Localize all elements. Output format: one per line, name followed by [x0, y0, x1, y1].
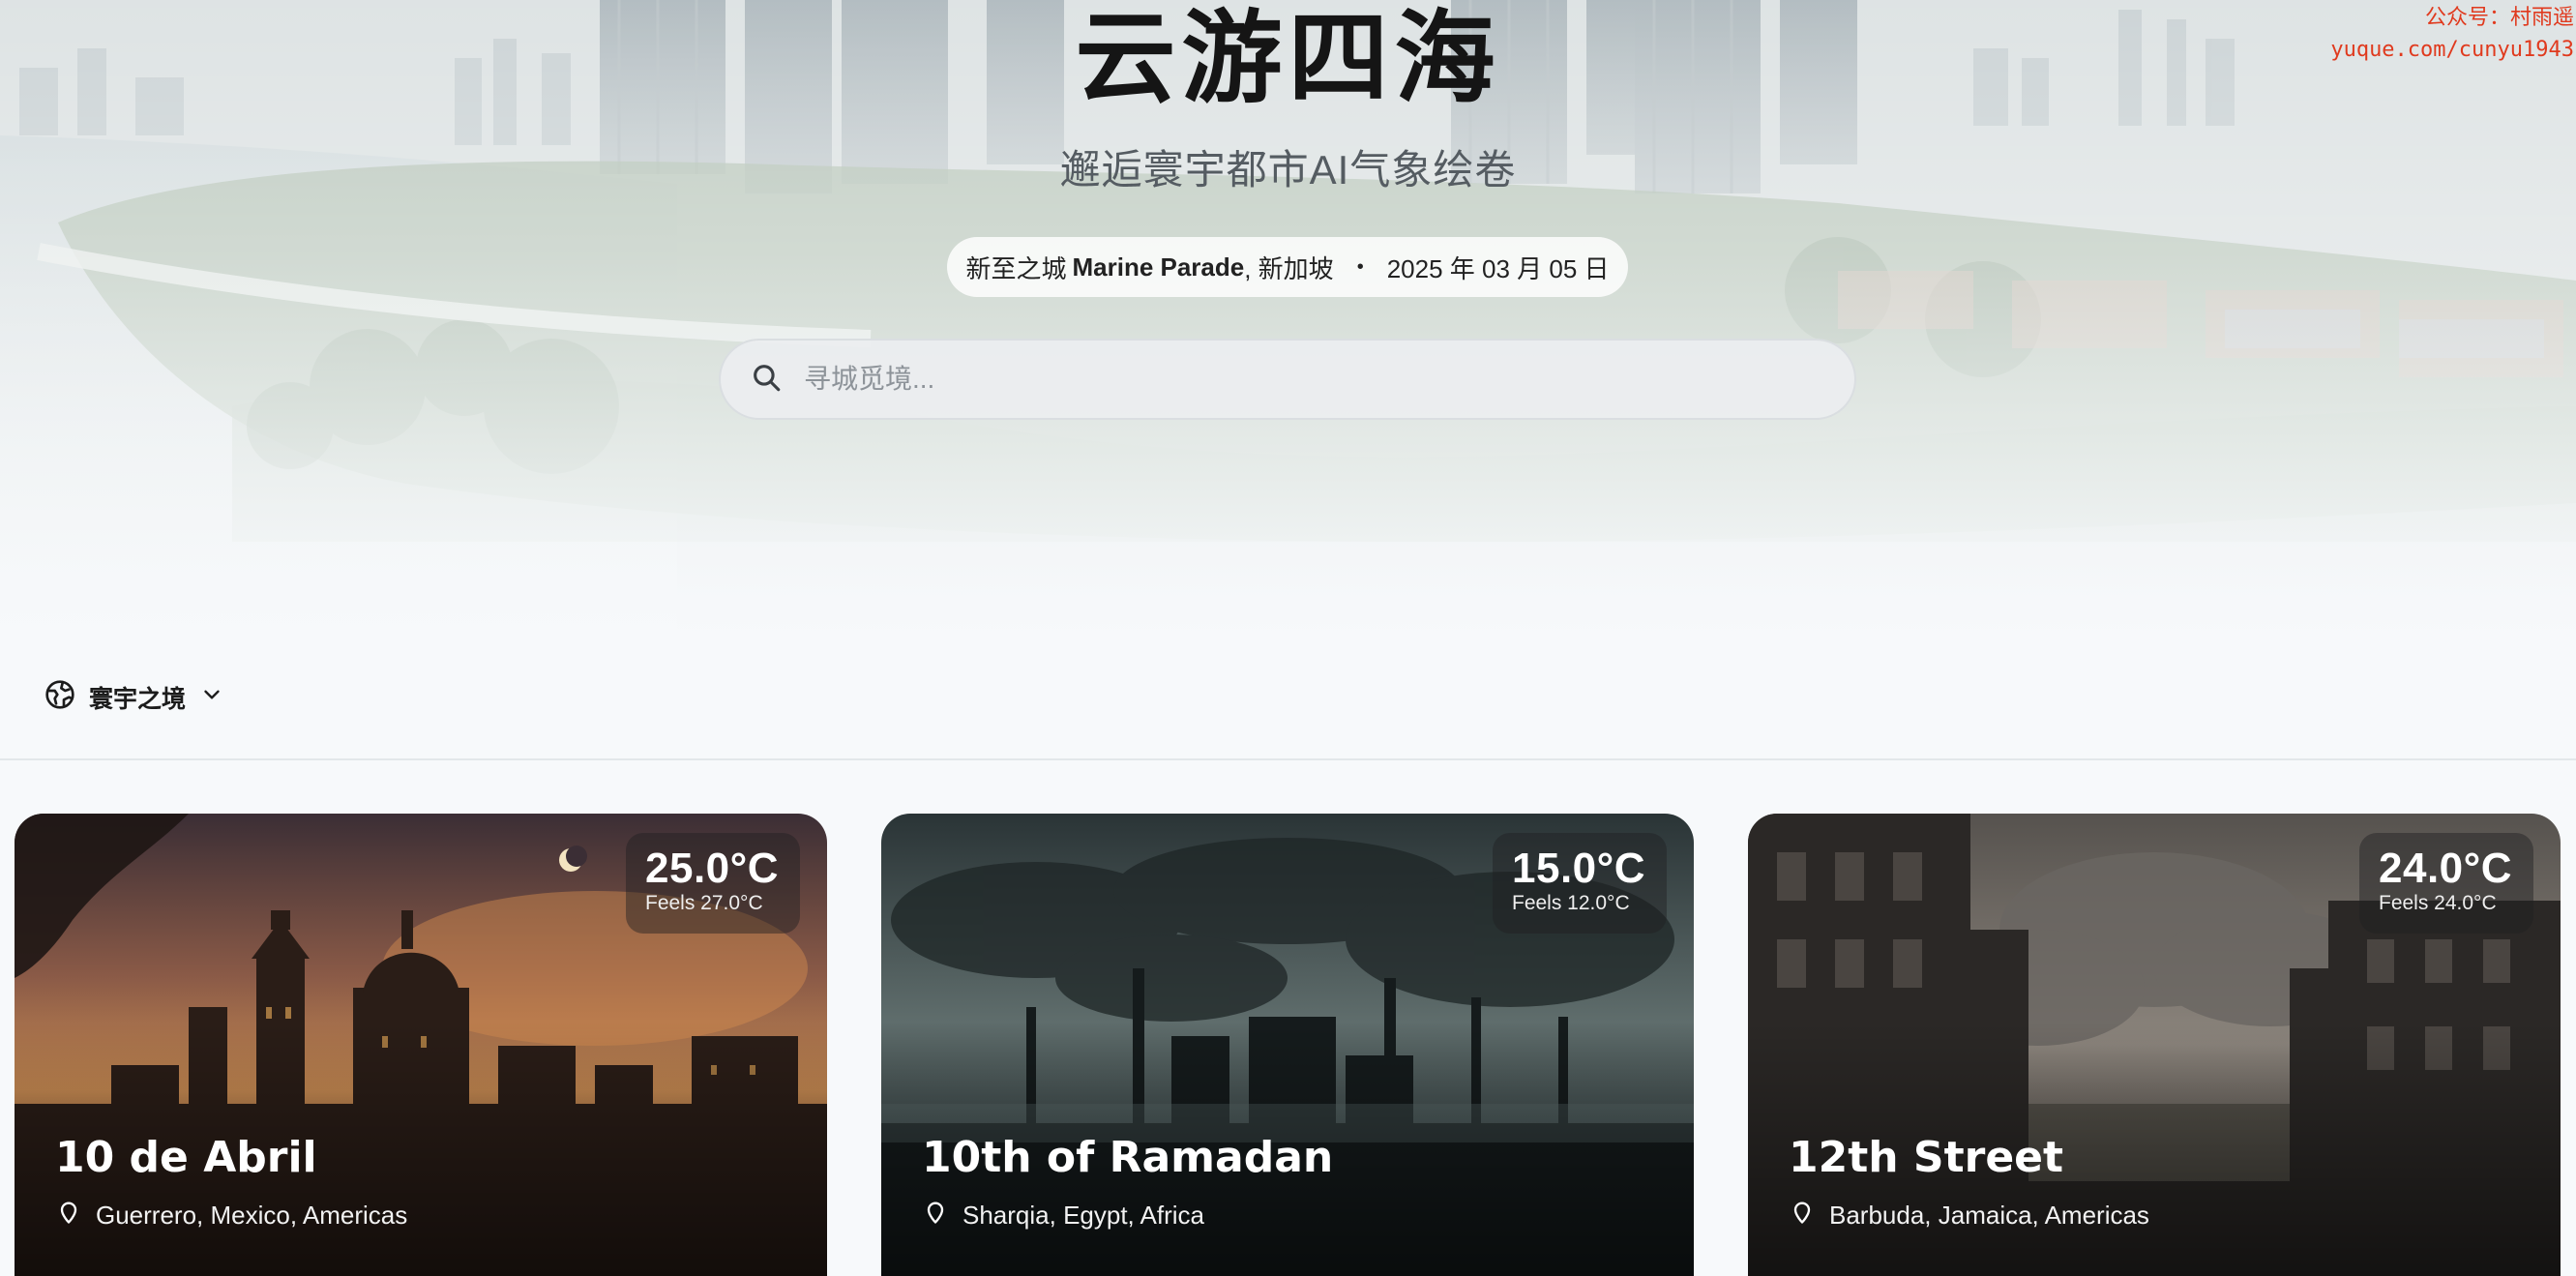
city-location-text: Guerrero, Mexico, Americas	[96, 1201, 408, 1230]
feels-like: Feels 12.0°C	[1512, 892, 1630, 914]
city-card[interactable]: 15.0°C Feels 12.0°C 10th of Ramadan Shar…	[881, 814, 1694, 1276]
region-dropdown-label: 寰宇之境	[89, 685, 187, 713]
map-pin-icon	[1789, 1199, 1829, 1232]
chevron-down-icon	[186, 682, 224, 712]
current-location-pill: 新至之城 Marine Parade , 新加坡 • 2025 年 03 月 0…	[947, 237, 1628, 297]
hero-banner: 公众号：村雨遥 yuque.com/cunyu1943 云游四海 邂逅寰宇都市A…	[0, 0, 2576, 638]
temperature-badge: 25.0°C Feels 27.0°C	[626, 833, 800, 934]
separator-dot: •	[1356, 255, 1364, 278]
temperature: 25.0°C	[645, 845, 780, 892]
temperature-badge: 15.0°C Feels 12.0°C	[1493, 833, 1667, 934]
region-filter-bar: 寰宇之境	[0, 638, 2576, 760]
current-date: 2025 年 03 月 05 日	[1386, 253, 1610, 283]
location-name: Marine Parade	[1072, 252, 1245, 282]
search-bar[interactable]	[719, 339, 1856, 420]
temperature-badge: 24.0°C Feels 24.0°C	[2359, 833, 2533, 934]
city-card[interactable]: 25.0°C Feels 27.0°C 10 de Abril Guerrero…	[15, 814, 827, 1276]
search-icon	[750, 361, 783, 399]
page-subtitle: 邂逅寰宇都市AI气象绘卷	[1059, 147, 1517, 193]
feels-like: Feels 27.0°C	[645, 892, 763, 914]
feels-like: Feels 24.0°C	[2379, 892, 2497, 914]
city-location-text: Barbuda, Jamaica, Americas	[1829, 1201, 2149, 1230]
location-prefix: 新至之城	[965, 253, 1067, 283]
page-title: 云游四海	[1075, 0, 1501, 117]
city-name: 10th of Ramadan	[922, 1133, 1334, 1182]
city-location: Sharqia, Egypt, Africa	[922, 1199, 1204, 1232]
map-pin-icon	[55, 1199, 96, 1232]
temperature: 24.0°C	[2379, 845, 2513, 892]
location-country: , 新加坡	[1244, 253, 1334, 283]
map-pin-icon	[922, 1199, 962, 1232]
search-input[interactable]	[802, 363, 1827, 396]
city-name: 12th Street	[1789, 1133, 2064, 1182]
city-location: Guerrero, Mexico, Americas	[55, 1199, 407, 1232]
city-name: 10 de Abril	[55, 1133, 317, 1182]
region-dropdown[interactable]: 寰宇之境	[44, 679, 224, 715]
city-card[interactable]: 24.0°C Feels 24.0°C 12th Street Barbuda,…	[1748, 814, 2561, 1276]
city-location: Barbuda, Jamaica, Americas	[1789, 1199, 2149, 1232]
city-location-text: Sharqia, Egypt, Africa	[962, 1201, 1205, 1230]
temperature: 15.0°C	[1512, 845, 1646, 892]
globe-icon	[44, 679, 75, 715]
